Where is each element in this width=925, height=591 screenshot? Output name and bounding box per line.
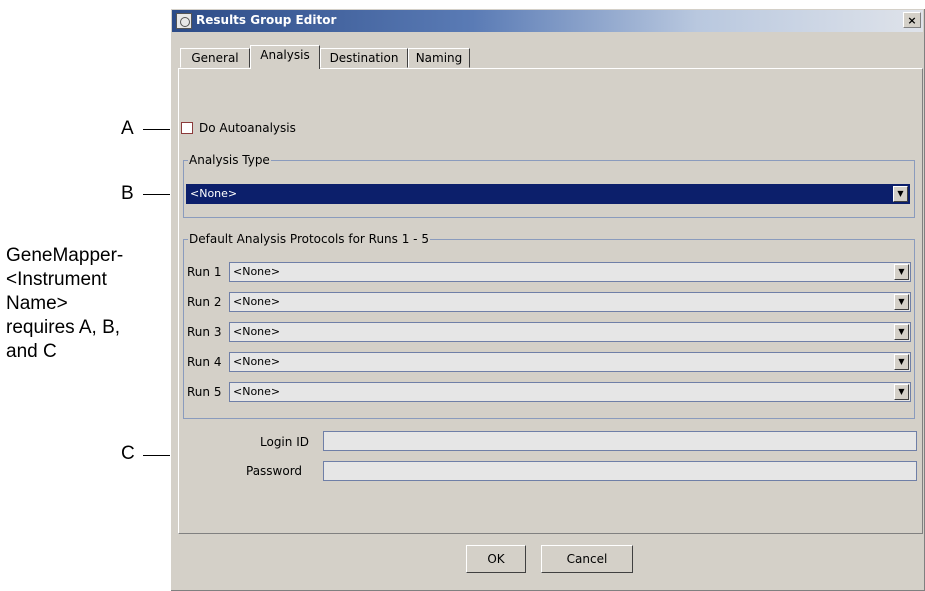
callout-a-label: A bbox=[121, 118, 134, 139]
tab-analysis[interactable]: Analysis bbox=[250, 45, 320, 69]
run-1-protocol-dropdown[interactable]: <None> ▼ bbox=[229, 262, 911, 282]
do-autoanalysis-checkbox[interactable] bbox=[181, 122, 193, 134]
chevron-down-icon[interactable]: ▼ bbox=[894, 264, 909, 280]
run-5-protocol-dropdown[interactable]: <None> ▼ bbox=[229, 382, 911, 402]
run-5-protocol-value: <None> bbox=[233, 385, 281, 398]
requirements-note: GeneMapper- <Instrument Name> requires A… bbox=[6, 245, 124, 362]
callout-b-label: B bbox=[121, 183, 134, 204]
run-3-protocol-dropdown[interactable]: <None> ▼ bbox=[229, 322, 911, 342]
tab-naming[interactable]: Naming bbox=[408, 48, 470, 68]
cancel-button[interactable]: Cancel bbox=[541, 545, 633, 573]
protocols-group-title: Default Analysis Protocols for Runs 1 - … bbox=[188, 232, 430, 246]
login-id-field[interactable] bbox=[323, 431, 917, 451]
results-group-app-icon bbox=[176, 13, 192, 29]
chevron-down-icon[interactable]: ▼ bbox=[894, 384, 909, 400]
chevron-down-icon[interactable]: ▼ bbox=[893, 186, 908, 202]
title-bar[interactable]: Results Group Editor × bbox=[172, 10, 923, 32]
tab-destination[interactable]: Destination bbox=[320, 48, 408, 68]
run-3-label: Run 3 bbox=[187, 325, 222, 339]
login-id-label: Login ID bbox=[260, 435, 309, 449]
run-2-protocol-value: <None> bbox=[233, 295, 281, 308]
run-4-protocol-dropdown[interactable]: <None> ▼ bbox=[229, 352, 911, 372]
run-1-protocol-value: <None> bbox=[233, 265, 281, 278]
analysis-type-value: <None> bbox=[190, 187, 238, 200]
chevron-down-icon[interactable]: ▼ bbox=[894, 354, 909, 370]
close-button[interactable]: × bbox=[903, 12, 921, 28]
results-group-editor-dialog: Results Group Editor × General Analysis … bbox=[170, 8, 925, 591]
run-5-label: Run 5 bbox=[187, 385, 222, 399]
analysis-type-group-title: Analysis Type bbox=[188, 153, 271, 167]
analysis-type-dropdown[interactable]: <None> ▼ bbox=[186, 184, 910, 204]
chevron-down-icon[interactable]: ▼ bbox=[894, 324, 909, 340]
chevron-down-icon[interactable]: ▼ bbox=[894, 294, 909, 310]
callout-c-label: C bbox=[121, 443, 135, 464]
run-1-label: Run 1 bbox=[187, 265, 222, 279]
run-4-protocol-value: <None> bbox=[233, 355, 281, 368]
window-title: Results Group Editor bbox=[196, 13, 337, 27]
password-label: Password bbox=[246, 464, 303, 478]
run-4-label: Run 4 bbox=[187, 355, 222, 369]
tab-general[interactable]: General bbox=[180, 48, 250, 68]
do-autoanalysis-label: Do Autoanalysis bbox=[199, 121, 296, 135]
run-3-protocol-value: <None> bbox=[233, 325, 281, 338]
password-field[interactable] bbox=[323, 461, 917, 481]
run-2-protocol-dropdown[interactable]: <None> ▼ bbox=[229, 292, 911, 312]
ok-button[interactable]: OK bbox=[466, 545, 526, 573]
run-2-label: Run 2 bbox=[187, 295, 222, 309]
